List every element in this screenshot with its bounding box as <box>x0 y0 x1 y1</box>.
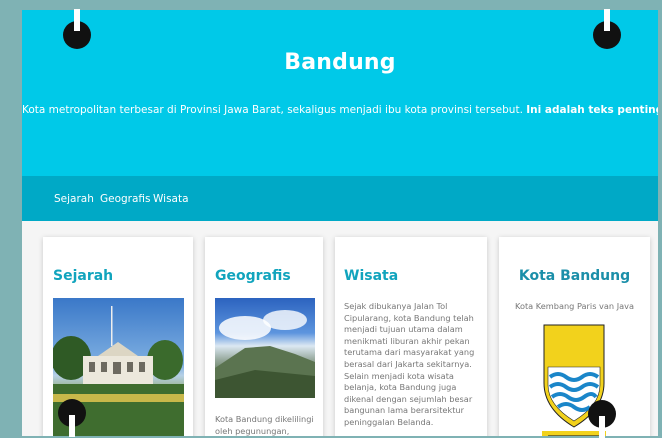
page: Bandung Kota metropolitan terbesar di Pr… <box>22 10 658 436</box>
nav-link-wisata[interactable]: Wisata <box>153 193 189 205</box>
binder-ring-icon <box>588 400 616 438</box>
card-wisata-title: Wisata <box>344 268 399 284</box>
card-geografis-text: Kota Bandung dikelilingi oleh pegunungan… <box>215 414 314 436</box>
nav-bar: Sejarah Geografis Wisata <box>22 176 658 221</box>
mountain-illustration <box>215 310 315 398</box>
binder-ring-icon <box>58 399 86 437</box>
card-geografis: Geografis Kota Bandung dikelilingi oleh … <box>205 237 323 436</box>
nav-link-geografis[interactable]: Geografis <box>100 193 151 205</box>
card-sejarah-title: Sejarah <box>53 268 114 284</box>
site-header: Bandung Kota metropolitan terbesar di Pr… <box>22 10 658 176</box>
card-kota-subtitle: Kota Kembang Paris van Java <box>514 301 635 311</box>
card-kota-title: Kota Bandung <box>518 268 631 284</box>
page-title: Bandung <box>284 50 396 75</box>
binder-ring-icon <box>593 9 621 49</box>
binder-ring-icon <box>63 9 91 49</box>
card-wisata: Wisata Sejak dibukanya Jalan Tol Cipular… <box>335 237 487 436</box>
card-geografis-title: Geografis <box>215 268 291 284</box>
header-tagline: Kota metropolitan terbesar di Provinsi J… <box>22 104 658 116</box>
nav-link-sejarah[interactable]: Sejarah <box>54 193 94 205</box>
tagline-important: Ini adalah teks penting. <box>526 104 658 116</box>
card-kota-bandung: Kota Bandung Kota Kembang Paris van Java <box>499 237 650 436</box>
tagline-text: Kota metropolitan terbesar di Provinsi J… <box>22 104 523 116</box>
mountain-photo <box>215 298 315 398</box>
card-wisata-text: Sejak dibukanya Jalan Tol Cipularang, ko… <box>344 301 475 427</box>
